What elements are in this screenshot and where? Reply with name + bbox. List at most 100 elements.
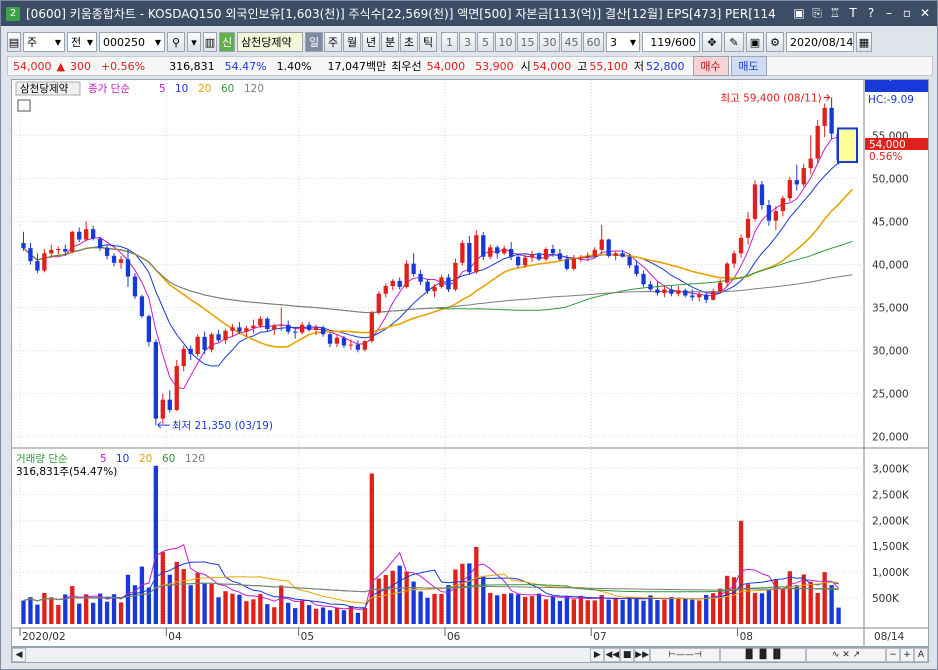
period-select[interactable]: 전 ▼: [67, 32, 97, 52]
sell-button[interactable]: 매도: [730, 56, 767, 76]
volume-bar: [495, 595, 500, 624]
crosshair-icon[interactable]: ✥: [702, 32, 722, 52]
interval-tab-30[interactable]: 30: [539, 32, 560, 52]
candle-body: [293, 331, 298, 333]
candle-body: [620, 253, 625, 257]
rewind-icon[interactable]: ◀◀: [604, 648, 621, 662]
candle-body: [174, 366, 179, 411]
period-tab-0[interactable]: 일: [305, 32, 323, 52]
candle-body: [648, 284, 653, 290]
volume-bar: [160, 552, 165, 624]
horizontal-scrollbar[interactable]: ◀ ▶ ◀◀ ■ ▶▶ ⊢——⊣ ▐▌▐▌▐▌ ∿ ✕ ↗ − + A: [11, 647, 929, 663]
price-tick-label: 40,000: [872, 260, 909, 272]
interval-tab-3[interactable]: 3: [459, 32, 476, 52]
period-tab-1[interactable]: 주: [324, 32, 342, 52]
stop-icon[interactable]: ■: [620, 648, 635, 662]
volume-bar: [104, 601, 110, 624]
interval-tab-5[interactable]: 5: [477, 32, 494, 52]
scroll-right-icon[interactable]: ▶: [590, 648, 605, 662]
candle-body: [63, 249, 68, 252]
interval-tab-60[interactable]: 60: [583, 32, 604, 52]
candle-body: [188, 348, 193, 355]
volume-bar: [794, 585, 799, 624]
candle-body: [634, 265, 639, 274]
interval-tab-15[interactable]: 15: [517, 32, 538, 52]
zoom-slider[interactable]: ⊢——⊣: [650, 648, 720, 662]
volume-legend-current: 316,831주(54.47%): [16, 466, 117, 478]
chevron-down-icon[interactable]: ▾: [187, 32, 201, 52]
trade-amount: 17,047백만: [327, 60, 387, 73]
chart-area[interactable]: 20,000 25,000 30,000 35,000 40,000 45,000 50,0…: [11, 71, 929, 647]
candle-body: [237, 327, 242, 332]
volume-bar: [341, 610, 347, 624]
tools-icon[interactable]: ✎: [724, 32, 744, 52]
volume-bar: [690, 599, 695, 624]
gear-icon[interactable]: ⚙: [766, 32, 784, 52]
font-size-icon[interactable]: A: [914, 648, 928, 662]
volume-bar: [836, 607, 841, 624]
bar-width-selector[interactable]: ▐▌▐▌▐▌: [720, 648, 806, 662]
price-tick-label: 50,000: [872, 173, 909, 185]
volume-bar: [118, 602, 124, 624]
layout-icon[interactable]: ▤: [7, 32, 21, 52]
candle-body: [272, 325, 277, 330]
save-icon[interactable]: ▣: [746, 32, 764, 52]
calendar-icon[interactable]: ▦: [856, 32, 872, 52]
interval-tab-1[interactable]: 1: [441, 32, 458, 52]
interval-tab-45[interactable]: 45: [561, 32, 582, 52]
price-legend-period-60: 60: [221, 83, 234, 95]
best-ask-label: 최우선: [391, 60, 422, 73]
period-tab-6[interactable]: 틱: [419, 32, 437, 52]
chart-type-icon[interactable]: ▥: [203, 32, 217, 52]
zoom-in-icon[interactable]: +: [900, 648, 914, 662]
scroll-left-icon[interactable]: ◀: [12, 648, 26, 662]
period-tab-5[interactable]: 초: [400, 32, 418, 52]
font-icon[interactable]: T: [845, 5, 861, 21]
stock-chart-svg[interactable]: 20,000 25,000 30,000 35,000 40,000 45,000 50,0…: [12, 71, 928, 646]
volume-bar: [488, 592, 493, 624]
candle-body: [341, 337, 347, 346]
volume-bar: [578, 595, 583, 624]
volume-bar: [272, 607, 277, 624]
link-icon[interactable]: ⎘: [809, 5, 825, 21]
interval-tab-10[interactable]: 10: [495, 32, 516, 52]
period-tab-3[interactable]: 년: [362, 32, 380, 52]
stock-code-input[interactable]: 000250 ▼: [99, 32, 165, 52]
candle-body: [467, 242, 472, 273]
candle-body: [97, 238, 103, 249]
bar-count-field[interactable]: 119/600: [642, 32, 700, 52]
fast-forward-icon[interactable]: ▶▶: [634, 648, 650, 662]
volume-bar: [174, 561, 179, 624]
zoom-out-icon[interactable]: −: [886, 648, 900, 662]
volume-bar: [543, 599, 549, 624]
candle-body: [216, 334, 221, 341]
minimize-icon[interactable]: –: [881, 5, 897, 21]
type-select[interactable]: 주 ▼: [23, 32, 65, 52]
close-icon[interactable]: ✕: [917, 5, 933, 21]
candle-body: [606, 239, 611, 256]
volume-bar: [752, 592, 758, 624]
help-icon[interactable]: ?: [863, 5, 879, 21]
maximize-icon[interactable]: ▫: [899, 5, 915, 21]
candle-body: [244, 328, 249, 332]
search-icon[interactable]: ⚲: [167, 32, 185, 52]
drawing-tools-icon[interactable]: ∿ ✕ ↗: [806, 648, 886, 662]
volume-bar: [669, 596, 674, 624]
new-label[interactable]: 신: [219, 32, 235, 52]
period-tab-2[interactable]: 월: [343, 32, 361, 52]
candle-body: [125, 259, 131, 277]
interval-select[interactable]: 3 ▼: [606, 32, 640, 52]
lock-icon[interactable]: ♖: [827, 5, 843, 21]
period-tab-4[interactable]: 분: [381, 32, 399, 52]
candle-body: [404, 263, 409, 287]
window-number-badge: 2: [6, 6, 20, 21]
volume-bar: [397, 565, 402, 624]
date-field[interactable]: 2020/08/14: [786, 32, 854, 52]
stock-name-field[interactable]: 삼천당제약: [237, 32, 303, 52]
buy-button[interactable]: 매수: [692, 56, 729, 76]
volume-bar: [306, 605, 312, 624]
time-tick-label: 2020/02: [22, 631, 66, 643]
save-icon[interactable]: ▣: [791, 5, 807, 21]
volume-bar: [724, 575, 730, 624]
volume-legend-period-5: 5: [100, 453, 107, 465]
